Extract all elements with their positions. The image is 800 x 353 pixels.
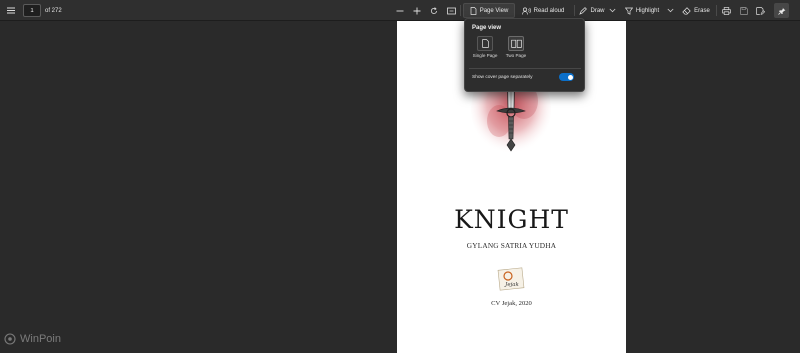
watermark: WinPoin (4, 333, 61, 345)
toolbar-divider (460, 5, 461, 16)
save-button[interactable] (737, 3, 750, 18)
fit-page-icon (446, 7, 456, 14)
single-page-label: Single Page (472, 53, 498, 58)
plus-icon (413, 7, 421, 14)
publisher-info: CV Jejak, 2020 (491, 300, 532, 307)
two-page-label: Two Page (505, 53, 527, 58)
draw-options-dropdown[interactable] (607, 3, 617, 18)
printer-icon (722, 6, 731, 15)
watermark-text: WinPoin (20, 333, 61, 345)
pin-toolbar-button[interactable] (774, 3, 789, 18)
page-view-icon (470, 6, 477, 15)
rotate-button[interactable] (428, 3, 440, 18)
read-aloud-icon (521, 7, 531, 15)
publisher-logo: Jejak (497, 267, 525, 291)
menu-icon (7, 7, 15, 14)
book-author: GYLANG SATRIA YUDHA (466, 241, 557, 250)
eraser-icon (682, 6, 691, 15)
toolbar-divider (716, 5, 717, 16)
draw-icon (579, 6, 588, 15)
book-title: KNIGHT (454, 205, 569, 234)
erase-label: Erase (694, 7, 710, 14)
page-view-flyout: Page view Single Page Two Page Show cove… (464, 18, 585, 92)
flyout-divider (469, 68, 581, 69)
highlight-options-dropdown[interactable] (665, 3, 675, 18)
draw-button[interactable]: Draw (577, 3, 607, 18)
two-page-option[interactable]: Two Page (503, 36, 529, 58)
read-aloud-label: Read aloud (533, 7, 565, 14)
minus-icon (396, 10, 404, 11)
page-view-label: Page View (479, 7, 509, 14)
save-as-icon (756, 6, 765, 15)
chevron-down-icon (609, 8, 615, 13)
two-page-icon (508, 36, 524, 51)
draw-label: Draw (590, 7, 605, 14)
toolbar-divider (574, 5, 575, 16)
highlight-button[interactable]: Highlight (621, 3, 663, 18)
page-count: of 272 (45, 7, 62, 14)
highlighter-icon (624, 7, 633, 15)
toolbar: of 272 Page View Read aloud Draw Highlig… (0, 0, 800, 21)
highlight-label: Highlight (635, 7, 660, 14)
page-number-input[interactable] (23, 4, 41, 17)
erase-button[interactable]: Erase (680, 3, 712, 18)
svg-text:Jejak: Jejak (504, 282, 519, 288)
rotate-icon (430, 6, 437, 14)
zoom-out-button[interactable] (394, 3, 406, 18)
single-page-icon (477, 36, 493, 51)
single-page-option[interactable]: Single Page (472, 36, 498, 58)
fit-to-page-button[interactable] (445, 3, 457, 18)
pin-icon (777, 7, 785, 15)
print-button[interactable] (720, 3, 733, 18)
cover-page-toggle[interactable] (559, 73, 574, 81)
save-icon (739, 6, 748, 15)
read-aloud-button[interactable]: Read aloud (519, 3, 567, 18)
page-view-button[interactable]: Page View (463, 3, 515, 18)
zoom-in-button[interactable] (411, 3, 423, 18)
winpoin-logo-icon (4, 333, 16, 345)
table-of-contents-button[interactable] (4, 3, 18, 18)
chevron-down-icon (667, 8, 673, 13)
flyout-title: Page view (472, 25, 502, 31)
cover-page-label: Show cover page separately (472, 75, 533, 80)
save-as-button[interactable] (754, 3, 767, 18)
